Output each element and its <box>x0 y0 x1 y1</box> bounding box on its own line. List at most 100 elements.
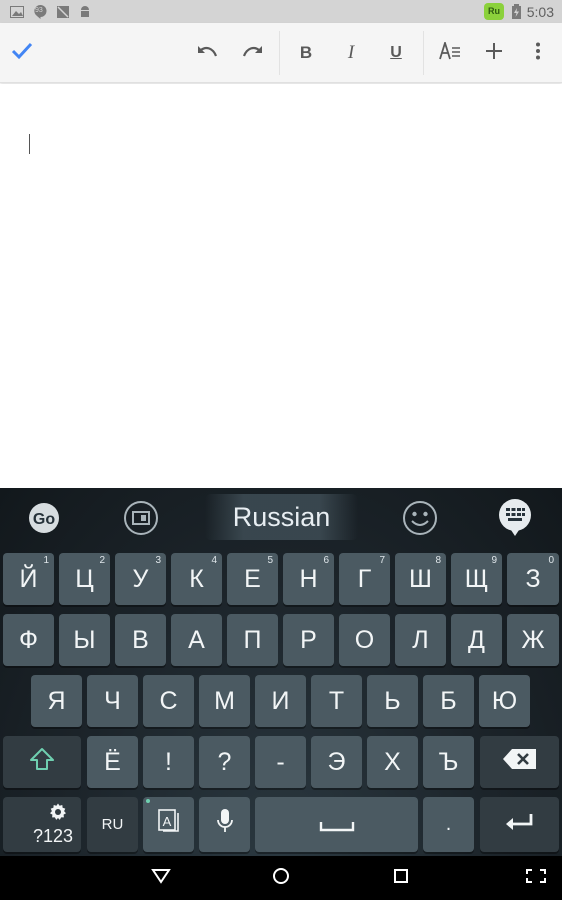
key-с[interactable]: С <box>143 675 194 727</box>
keyboard: Go Russian Й1 Ц2 У3 К4 Е5 Н6 Г7 Ш8 Щ9 З0… <box>0 488 562 856</box>
text-format-button[interactable] <box>428 23 472 83</box>
key-щ[interactable]: Щ9 <box>451 553 502 605</box>
key-з[interactable]: З0 <box>507 553 559 605</box>
shift-key[interactable] <box>3 736 81 788</box>
key-label: Ю <box>491 686 518 715</box>
key-hint: 6 <box>323 555 329 566</box>
undo-icon <box>196 44 218 63</box>
key-question[interactable]: ? <box>199 736 250 788</box>
key-exclamation[interactable]: ! <box>143 736 194 788</box>
key-ш[interactable]: Ш8 <box>395 553 446 605</box>
enter-icon <box>505 810 535 839</box>
key-х[interactable]: Х <box>367 736 418 788</box>
done-button[interactable] <box>0 23 44 83</box>
more-options-button[interactable] <box>516 23 560 83</box>
document-body[interactable] <box>0 84 562 488</box>
key-hint: 3 <box>155 555 161 566</box>
key-п[interactable]: П <box>227 614 278 666</box>
key-э[interactable]: Э <box>311 736 362 788</box>
key-ч[interactable]: Ч <box>87 675 138 727</box>
key-label: О <box>354 625 375 654</box>
key-label: Ц <box>75 564 94 593</box>
bold-button[interactable]: B <box>284 23 328 83</box>
toolbar-divider <box>279 31 280 75</box>
key-ы[interactable]: Ы <box>59 614 110 666</box>
suggestion-bar: Go Russian <box>0 488 562 546</box>
key-д[interactable]: Д <box>451 614 502 666</box>
key-ж[interactable]: Ж <box>507 614 559 666</box>
key-у[interactable]: У3 <box>115 553 166 605</box>
key-label: Е <box>244 564 261 593</box>
home-button[interactable] <box>251 856 311 900</box>
key-label: П <box>243 625 262 654</box>
key-label: С <box>159 686 178 715</box>
key-г[interactable]: Г7 <box>339 553 390 605</box>
key-р[interactable]: Р <box>283 614 334 666</box>
recents-button[interactable] <box>371 856 431 900</box>
key-н[interactable]: Н6 <box>283 553 334 605</box>
notification-count: 93 <box>35 7 43 14</box>
backspace-key[interactable] <box>480 736 559 788</box>
key-к[interactable]: К4 <box>171 553 222 605</box>
language-selector[interactable]: Russian <box>205 494 358 540</box>
key-о[interactable]: О <box>339 614 390 666</box>
back-button[interactable] <box>131 856 191 900</box>
key-hyphen[interactable]: - <box>255 736 306 788</box>
key-label: З <box>525 564 541 593</box>
key-ь[interactable]: Ь <box>367 675 418 727</box>
voice-input-key[interactable] <box>199 797 250 852</box>
redo-button[interactable] <box>231 23 275 83</box>
key-а[interactable]: А <box>171 614 222 666</box>
status-time: 5:03 <box>526 4 554 20</box>
enter-key[interactable] <box>480 797 559 852</box>
fullscreen-button[interactable] <box>506 856 562 900</box>
key-ё[interactable]: Ё <box>87 736 138 788</box>
key-я[interactable]: Я <box>31 675 82 727</box>
go-logo-icon[interactable]: Go <box>26 500 62 536</box>
dictionary-icon: A <box>157 809 180 840</box>
undo-button[interactable] <box>185 23 229 83</box>
key-и[interactable]: И <box>255 675 306 727</box>
key-hint: 4 <box>211 555 217 566</box>
settings-gear-icon <box>49 803 67 826</box>
lang-key-label: RU <box>101 816 124 833</box>
language-switch-key[interactable]: RU <box>87 797 138 852</box>
key-ю[interactable]: Ю <box>479 675 530 727</box>
key-е[interactable]: Е5 <box>227 553 278 605</box>
home-icon <box>272 867 290 890</box>
period-key[interactable]: . <box>423 797 474 852</box>
key-ф[interactable]: Ф <box>3 614 54 666</box>
dictionary-key[interactable]: A <box>143 797 194 852</box>
italic-button[interactable]: I <box>329 23 373 83</box>
key-label: У <box>132 564 149 593</box>
insert-button[interactable] <box>472 23 516 83</box>
key-б[interactable]: Б <box>423 675 474 727</box>
key-label: Г <box>357 564 372 593</box>
key-label: Т <box>328 686 345 715</box>
key-label: В <box>132 625 149 654</box>
key-label: Д <box>468 625 485 654</box>
indicator-dot <box>146 799 150 803</box>
key-т[interactable]: Т <box>311 675 362 727</box>
key-ц[interactable]: Ц2 <box>59 553 110 605</box>
keyboard-layout-icon[interactable] <box>497 499 533 536</box>
key-hint: 5 <box>267 555 273 566</box>
svg-text:Go: Go <box>33 511 55 528</box>
key-м[interactable]: М <box>199 675 250 727</box>
key-label: И <box>271 686 290 715</box>
emoji-icon[interactable] <box>402 500 438 536</box>
key-ъ[interactable]: Ъ <box>423 736 474 788</box>
key-в[interactable]: В <box>115 614 166 666</box>
symbols-key[interactable]: ?123 <box>3 797 81 852</box>
key-л[interactable]: Л <box>395 614 446 666</box>
key-label: Н <box>299 564 318 593</box>
key-label: Р <box>300 625 317 654</box>
screen-icon[interactable] <box>123 500 159 536</box>
underline-button[interactable]: U <box>374 23 418 83</box>
key-й[interactable]: Й1 <box>3 553 54 605</box>
key-label: - <box>276 747 285 776</box>
key-label: Ж <box>521 625 545 654</box>
key-label: Я <box>47 686 66 715</box>
recents-icon <box>393 868 409 889</box>
space-key[interactable] <box>255 797 418 852</box>
